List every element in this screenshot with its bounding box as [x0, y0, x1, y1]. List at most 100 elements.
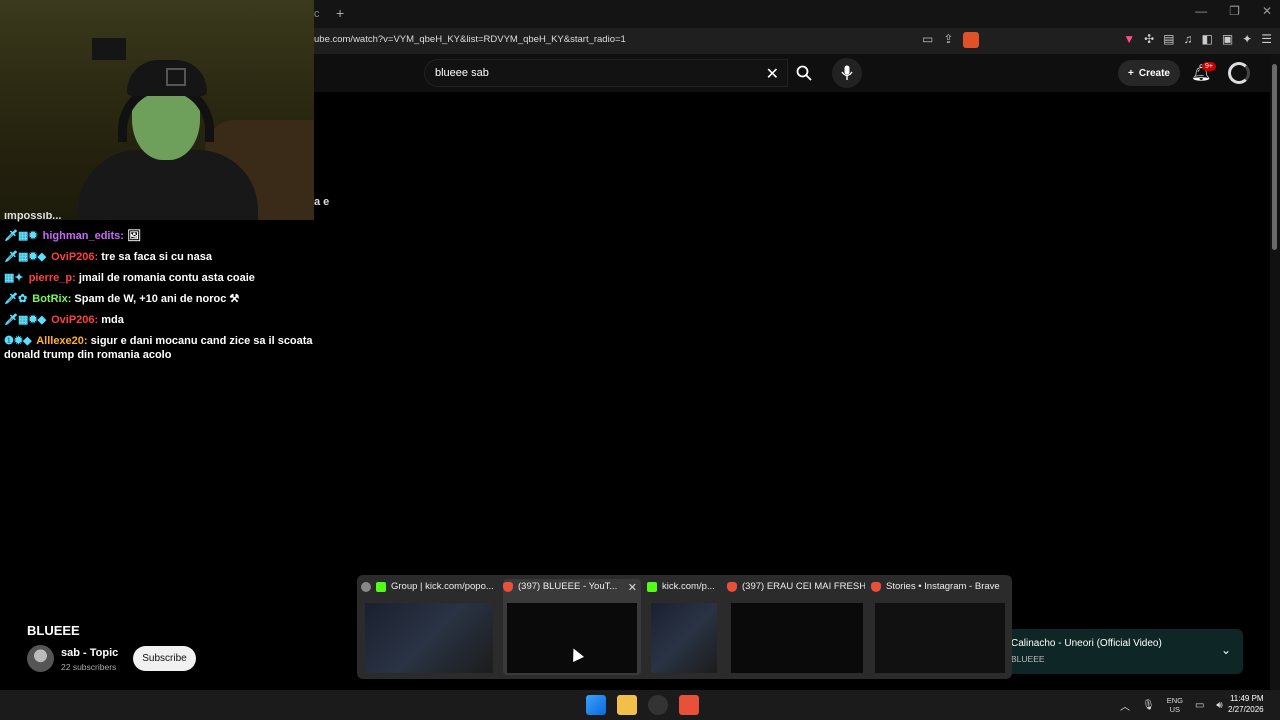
- taskbar-apps: [586, 695, 699, 715]
- leo-icon[interactable]: ✦: [1242, 32, 1252, 46]
- system-tray: ︿ 🎙︎ ENG US ▭ 🔊︎: [1120, 696, 1223, 714]
- chat-badges-icon: 🗡▦✹◆: [4, 314, 47, 326]
- media-icon[interactable]: ♫: [1183, 32, 1192, 46]
- next-up-panel[interactable]: Calinacho - Uneori (Official Video) BLUE…: [1005, 629, 1243, 674]
- obs-icon[interactable]: [648, 695, 668, 715]
- system-clock[interactable]: 11:49 PM 2/27/2026: [1228, 693, 1264, 715]
- chevron-up-icon[interactable]: ︿: [1120, 698, 1130, 713]
- thumbnail-title: (397) ERAU CEI MAI FRESH...: [742, 581, 865, 592]
- notification-count-badge: 9+: [1202, 62, 1216, 71]
- subscribe-button[interactable]: Subscribe: [133, 646, 196, 671]
- search-box[interactable]: blueee sab ✕: [424, 59, 788, 87]
- youtube-header: blueee sab ✕ + Create 🔔︎ 9+: [314, 54, 1280, 92]
- window-controls: — ❐ ✕: [1195, 4, 1272, 18]
- account-avatar[interactable]: [1228, 62, 1250, 84]
- obs-favicon-icon: [361, 581, 371, 592]
- thumbnail-close-icon[interactable]: ✕: [628, 581, 637, 594]
- thumbnail-preview: [507, 603, 637, 673]
- chat-username: OviP206:: [51, 251, 99, 263]
- thumbnail-title-row: (397) BLUEEE - YouT...: [503, 581, 641, 592]
- thumbnail-title-row: (397) ERAU CEI MAI FRESH...: [727, 581, 865, 592]
- minimize-icon[interactable]: —: [1195, 4, 1207, 18]
- thumbnail-preview: [875, 603, 1005, 673]
- chat-message: ▦✦ pierre_p: jmail de romania contu asta…: [4, 271, 334, 285]
- microphone-icon: [841, 65, 853, 80]
- chat-badges-icon: 🗡▦✹◆: [4, 251, 47, 263]
- chevron-down-icon[interactable]: ⌄: [1221, 643, 1231, 657]
- microphone-tray-icon[interactable]: 🎙︎: [1142, 700, 1155, 711]
- file-explorer-icon[interactable]: [617, 695, 637, 715]
- thumbnail-preview: [731, 603, 863, 673]
- tab-search-icon[interactable]: ▤: [1163, 32, 1174, 46]
- chat-text: jmail de romania contu asta coaie: [78, 272, 255, 284]
- thumbnail-window[interactable]: kick.com/p...: [647, 579, 721, 675]
- thumbnail-window[interactable]: (397) ERAU CEI MAI FRESH...: [727, 579, 865, 675]
- extension-icons: ▼ ✣ ▤ ♫ ◧ ▣ ✦ ☰: [1123, 32, 1272, 46]
- chat-message: 🗡▦✹ highman_edits: 🖼︎: [4, 229, 334, 243]
- brave-favicon-icon: [727, 581, 737, 592]
- search-input[interactable]: blueee sab: [435, 67, 489, 79]
- clock-date: 2/27/2026: [1228, 705, 1264, 714]
- new-tab-button[interactable]: +: [336, 5, 344, 21]
- thumbnail-title: Group | kick.com/popo...: [391, 581, 494, 592]
- subscriber-count: 22 subscribers: [61, 662, 117, 672]
- language-indicator[interactable]: ENG US: [1167, 696, 1183, 714]
- chat-username: pierre_p:: [28, 272, 76, 284]
- chat-badges-icon: 🗡✿: [4, 293, 28, 305]
- scrollbar-thumb[interactable]: [1272, 64, 1277, 250]
- url-field[interactable]: ube.com/watch?v=VYM_qbeH_KY&list=RDVYM_q…: [314, 34, 626, 45]
- thumbnail-window[interactable]: Group | kick.com/popo...: [361, 579, 497, 675]
- video-title: BLUEEE: [27, 623, 80, 638]
- region-code: US: [1169, 705, 1181, 714]
- chat-text: tre sa faca si cu nasa: [101, 251, 212, 263]
- thumbnail-preview: [651, 603, 717, 673]
- brave-rewards-icon[interactable]: ▼: [1123, 32, 1135, 46]
- chat-message: 🗡▦✹◆ OviP206: tre sa faca si cu nasa: [4, 250, 334, 264]
- next-video-artist: BLUEEE: [1011, 654, 1045, 664]
- webcam-overlay: [0, 0, 314, 220]
- thumbnail-window[interactable]: Stories • Instagram - Brave: [871, 579, 1009, 675]
- chat-text: Spam de W, +10 ani de noroc: [74, 293, 227, 305]
- network-icon[interactable]: ▭: [1195, 700, 1204, 711]
- cap-logo: [166, 68, 186, 86]
- chat-cut-line: impossib...: [4, 212, 62, 222]
- voice-search-button[interactable]: [832, 58, 862, 88]
- restore-icon[interactable]: ❐: [1229, 4, 1240, 18]
- taskbar-thumbnail-popup: Group | kick.com/popo... (397) BLUEEE - …: [357, 575, 1012, 679]
- clear-search-icon[interactable]: ✕: [766, 64, 779, 84]
- extensions-icon[interactable]: ✣: [1144, 32, 1154, 46]
- close-window-icon[interactable]: ✕: [1262, 4, 1272, 18]
- wallet-icon[interactable]: ▣: [1222, 32, 1233, 46]
- person-body: [78, 150, 258, 220]
- thumbnail-title: Stories • Instagram - Brave: [886, 581, 1000, 592]
- tab-close-stub[interactable]: c: [314, 8, 320, 20]
- chat-message: ❶✹◆ Alllexe20: sigur e dani mocanu cand …: [4, 334, 334, 362]
- share-icon[interactable]: ⇪: [943, 32, 953, 48]
- kick-favicon-icon: [647, 581, 657, 592]
- menu-icon[interactable]: ☰: [1261, 32, 1272, 46]
- windows-start-icon[interactable]: [586, 695, 606, 715]
- page-scrollbar[interactable]: [1270, 54, 1280, 690]
- chat-overlap-text: a e: [314, 196, 330, 208]
- chat-badges-icon: ▦✦: [4, 272, 24, 284]
- cast-icon[interactable]: ▭: [922, 32, 933, 48]
- create-button[interactable]: + Create: [1118, 60, 1180, 86]
- chat-username: BotRix:: [32, 293, 72, 305]
- search-button[interactable]: [788, 59, 820, 87]
- channel-name[interactable]: sab - Topic: [61, 647, 118, 659]
- create-label: Create: [1138, 67, 1170, 79]
- sidebar-icon[interactable]: ◧: [1201, 32, 1212, 46]
- thumbnail-title: (397) BLUEEE - YouT...: [518, 581, 618, 592]
- channel-avatar[interactable]: [27, 645, 54, 672]
- brave-shields-icon[interactable]: [963, 32, 980, 48]
- brave-favicon-icon: [503, 581, 513, 592]
- search-icon: [796, 65, 812, 81]
- brave-favicon-icon: [871, 581, 881, 592]
- chat-username: OviP206:: [51, 314, 99, 326]
- chat-message: 🗡✿ BotRix: Spam de W, +10 ani de noroc ⚒: [4, 292, 334, 306]
- brave-browser-icon[interactable]: [679, 695, 699, 715]
- chat-text: mda: [101, 314, 124, 326]
- address-icons: ▭ ⇪: [922, 32, 980, 48]
- volume-icon[interactable]: 🔊︎: [1216, 700, 1222, 711]
- chat-username: Alllexe20:: [36, 335, 88, 347]
